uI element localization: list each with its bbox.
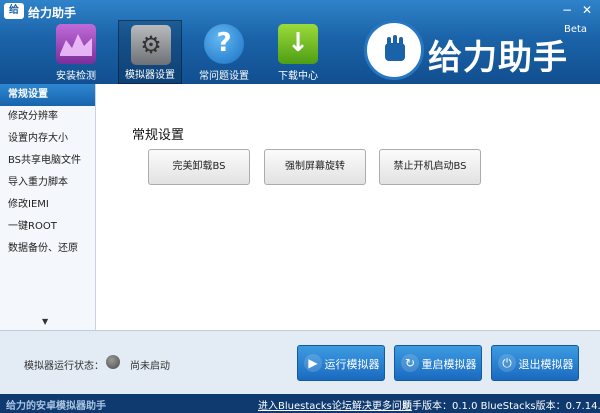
- force-rotate-button[interactable]: 强制屏幕旋转: [264, 149, 366, 185]
- header: 给 给力助手 − ✕ Beta 安装检测 ⚙ 模拟器设置 ? 常问题设置 ↓ 下…: [0, 0, 600, 84]
- download-icon: ↓: [278, 24, 318, 64]
- version-info: 助手版本：0.1.0 BlueStacks版本：0.7.14.901: [402, 401, 600, 412]
- status-indicator-icon: [106, 355, 120, 369]
- footer: 给力的安卓模拟器助手 进入Bluestacks论坛解决更多问题 助手版本：0.1…: [0, 394, 600, 413]
- section-title: 常规设置: [132, 128, 185, 143]
- sidebar-item-import-script[interactable]: 导入重力脚本: [0, 172, 95, 194]
- scroll-down-icon[interactable]: ▼: [42, 317, 48, 326]
- brand-name: 给力助手: [428, 38, 568, 78]
- status-label: 模拟器运行状态：: [24, 361, 104, 372]
- power-icon: ⏻: [498, 354, 516, 372]
- sidebar-item-backup[interactable]: 数据备份、还原: [0, 238, 95, 260]
- sidebar-item-shared-files[interactable]: BS共享电脑文件: [0, 150, 95, 172]
- install-check-icon: [56, 24, 96, 64]
- run-emulator-label: 运行模拟器: [324, 358, 380, 371]
- help-icon: ?: [204, 24, 244, 64]
- window-title: 给力助手: [28, 6, 77, 20]
- sidebar-item-imei[interactable]: 修改IEMI: [0, 194, 95, 216]
- forum-link[interactable]: 进入Bluestacks论坛解决更多问题: [258, 397, 412, 412]
- bottom-bar: 模拟器运行状态： 尚未启动 ▶ 运行模拟器 ↻ 重启模拟器 ⏻ 退出模拟器: [0, 330, 600, 394]
- disable-autostart-button[interactable]: 禁止开机启动BS: [379, 149, 481, 185]
- nav-download-center[interactable]: ↓ 下载中心: [266, 20, 330, 84]
- top-nav: 安装检测 ⚙ 模拟器设置 ? 常问题设置 ↓ 下载中心: [44, 20, 340, 84]
- nav-faq-settings[interactable]: ? 常问题设置: [192, 20, 256, 84]
- footer-slogan: 给力的安卓模拟器助手: [6, 401, 106, 412]
- nav-label: 模拟器设置: [125, 70, 175, 81]
- main-panel: 常规设置 完美卸载BS 强制屏幕旋转 禁止开机启动BS: [96, 84, 600, 330]
- minimize-button[interactable]: −: [558, 2, 576, 18]
- uninstall-bs-button[interactable]: 完美卸载BS: [148, 149, 250, 185]
- nav-install-check[interactable]: 安装检测: [44, 20, 108, 84]
- title-bar[interactable]: 给 给力助手 − ✕: [0, 0, 600, 22]
- brand-logo: 给力助手: [364, 20, 594, 82]
- restart-icon: ↻: [401, 354, 419, 372]
- nav-emulator-settings[interactable]: ⚙ 模拟器设置: [118, 20, 182, 84]
- sidebar-item-general[interactable]: 常规设置: [0, 84, 95, 106]
- nav-label: 常问题设置: [199, 71, 249, 82]
- run-emulator-button[interactable]: ▶ 运行模拟器: [297, 345, 385, 381]
- exit-emulator-button[interactable]: ⏻ 退出模拟器: [491, 345, 579, 381]
- sidebar-item-root[interactable]: 一键ROOT: [0, 216, 95, 238]
- exit-emulator-label: 退出模拟器: [518, 358, 574, 371]
- sidebar: 常规设置 修改分辨率 设置内存大小 BS共享电脑文件 导入重力脚本 修改IEMI…: [0, 84, 96, 330]
- sidebar-item-resolution[interactable]: 修改分辨率: [0, 106, 95, 128]
- status-value: 尚未启动: [130, 361, 170, 372]
- fist-logo-icon: [364, 20, 424, 80]
- app-logo-icon: 给: [4, 3, 24, 19]
- sidebar-item-memory[interactable]: 设置内存大小: [0, 128, 95, 150]
- restart-emulator-label: 重启模拟器: [421, 358, 477, 371]
- gear-icon: ⚙: [131, 25, 171, 65]
- play-icon: ▶: [304, 354, 322, 372]
- window-controls: − ✕: [558, 2, 596, 18]
- restart-emulator-button[interactable]: ↻ 重启模拟器: [394, 345, 482, 381]
- nav-label: 下载中心: [278, 71, 318, 82]
- nav-label: 安装检测: [56, 71, 96, 82]
- close-button[interactable]: ✕: [578, 2, 596, 18]
